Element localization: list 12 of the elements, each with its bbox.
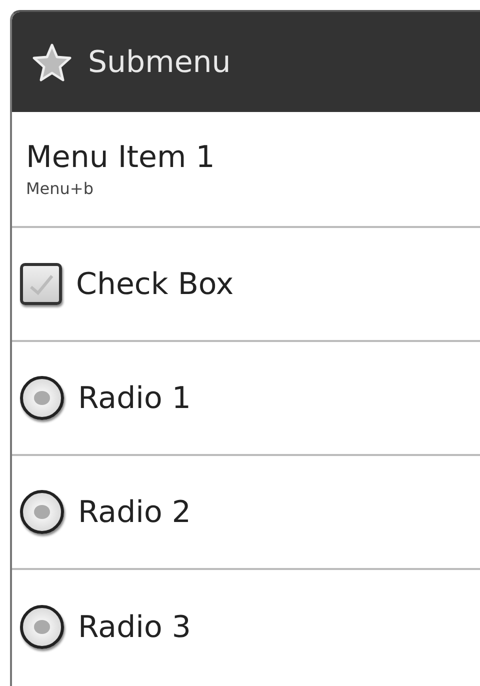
title-text: Submenu (88, 44, 231, 80)
star-icon (32, 42, 72, 82)
item-label[interactable]: Radio 1 (78, 380, 191, 416)
shortcut-text: Menu+b (26, 179, 94, 198)
radio-button[interactable] (20, 376, 64, 420)
item-label[interactable]: Radio 2 (78, 494, 191, 530)
item-label[interactable]: Radio 3 (78, 610, 191, 644)
item-label[interactable]: Menu Item 1 (26, 140, 215, 175)
radio-button[interactable] (20, 490, 64, 534)
checkbox[interactable] (20, 263, 62, 305)
radio-button[interactable] (20, 605, 64, 649)
item-label[interactable]: Check Box (76, 266, 234, 302)
